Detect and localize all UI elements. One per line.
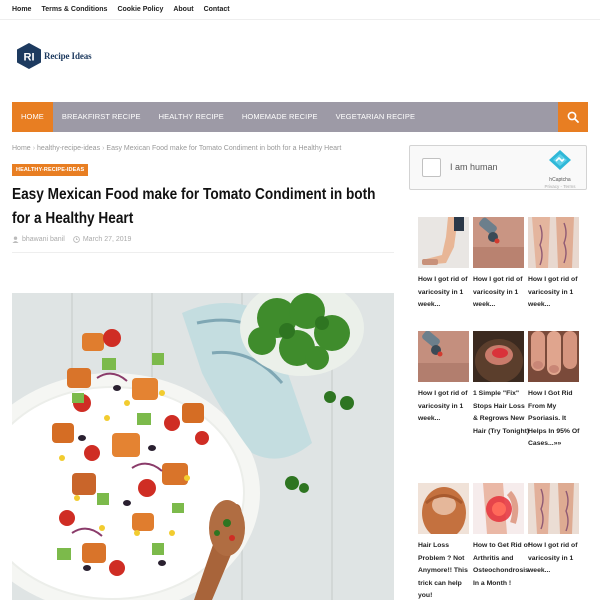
ad-caption[interactable]: How I got rid of varicosity in 1 week...	[528, 540, 586, 578]
salad-plate-image	[12, 293, 394, 600]
captcha-links[interactable]: Privacy - Terms	[542, 184, 578, 189]
logo-text: Recipe Ideas	[44, 51, 92, 61]
ad-caption[interactable]: Hair Loss Problem ? Not Anymore!! This t…	[418, 540, 476, 600]
ad-thumbnail[interactable]	[528, 331, 579, 382]
scalp-image	[473, 331, 524, 382]
top-bar: Home Terms & Conditions Cookie Policy Ab…	[0, 0, 600, 20]
nav-item-vegetarian-recipe[interactable]: VEGETARIAN RECIPE	[327, 102, 425, 132]
ad-thumbnail[interactable]	[473, 217, 524, 268]
breadcrumb-home[interactable]: Home	[12, 145, 31, 152]
ad-caption[interactable]: How I got rid of varicosity in 1 week...	[473, 274, 531, 312]
breadcrumb: Home › healthy-recipe-ideas › Easy Mexican F…	[12, 145, 341, 152]
top-link-contact[interactable]: Contact	[204, 0, 230, 20]
clock-icon	[72, 236, 80, 243]
veins-image	[528, 217, 579, 268]
top-link-about[interactable]: About	[173, 0, 193, 20]
top-link-cookie-policy[interactable]: Cookie Policy	[117, 0, 163, 20]
nav-item-homemade-recipe[interactable]: HOMEMADE RECIPE	[233, 102, 327, 132]
author-meta[interactable]: bhawani banil	[12, 236, 65, 243]
ad-thumbnail[interactable]	[418, 331, 469, 382]
breadcrumb-current: Easy Mexican Food make for Tomato Condim…	[106, 145, 342, 152]
ad-caption[interactable]: How I Got Rid From My Psoriasis. It Help…	[528, 388, 586, 451]
legs-image	[418, 217, 469, 268]
ad-thumbnail[interactable]	[473, 331, 524, 382]
top-link-home[interactable]: Home	[12, 0, 31, 20]
ad-caption[interactable]: How I got rid of varicosity in 1 week...	[528, 274, 586, 312]
nav-search-button[interactable]	[558, 102, 588, 132]
ad-thumbnail[interactable]	[418, 483, 469, 534]
hair-image	[418, 483, 469, 534]
ad-thumbnail[interactable]	[473, 483, 524, 534]
ad-caption[interactable]: How to Get Rid of Arthritis and Osteocho…	[473, 540, 531, 590]
user-icon	[12, 236, 19, 243]
author-name: bhawani banil	[22, 236, 65, 243]
ad-caption[interactable]: 1 Simple "Fix" Stops Hair Loss & Regrows…	[473, 388, 531, 438]
device-skin-image	[418, 331, 469, 382]
nav-item-breakfirst-recipe[interactable]: BREAKFIRST RECIPE	[53, 102, 150, 132]
divider	[12, 252, 394, 253]
fingers-image	[528, 331, 579, 382]
main-nav: HOME BREAKFIRST RECIPE HEALTHY RECIPE HO…	[12, 102, 588, 132]
captcha-brand-name: hCaptcha	[549, 177, 571, 183]
site-logo[interactable]: RI Recipe Ideas	[16, 42, 92, 70]
ad-thumbnail[interactable]	[418, 217, 469, 268]
nav-item-home[interactable]: HOME	[12, 102, 53, 132]
captcha-label: I am human	[450, 162, 498, 172]
captcha-checkbox[interactable]	[422, 158, 441, 177]
device-skin-image	[473, 217, 524, 268]
ad-caption[interactable]: How I got rid of varicosity in 1 week...	[418, 388, 476, 426]
captcha-brand: hCaptcha Privacy - Terms	[542, 149, 578, 189]
ad-thumbnail[interactable]	[528, 483, 579, 534]
logo-mark: RI	[16, 42, 42, 70]
article-meta: bhawani banil March 27, 2019	[12, 236, 139, 243]
knee-image	[473, 483, 524, 534]
hero-image	[12, 293, 394, 600]
publish-date: March 27, 2019	[82, 236, 132, 243]
logo-mark-text: RI	[24, 52, 35, 64]
ad-caption[interactable]: How I got rid of varicosity in 1 week...	[418, 274, 476, 312]
date-meta: March 27, 2019	[72, 236, 132, 243]
veins-image	[528, 483, 579, 534]
nav-item-healthy-recipe[interactable]: HEALTHY RECIPE	[150, 102, 233, 132]
top-link-terms[interactable]: Terms & Conditions	[41, 0, 107, 20]
article-title: Easy Mexican Food make for Tomato Condim…	[12, 186, 376, 227]
ad-thumbnail[interactable]	[528, 217, 579, 268]
breadcrumb-category[interactable]: healthy-recipe-ideas	[37, 145, 100, 152]
breadcrumb-separator: ›	[32, 145, 36, 152]
hcaptcha-logo-icon	[549, 150, 571, 170]
search-icon	[567, 111, 579, 123]
category-badge[interactable]: HEALTHY-RECIPE-IDEAS	[12, 164, 89, 176]
breadcrumb-separator: ›	[102, 145, 105, 152]
captcha-widget: I am human hCaptcha Privacy - Terms	[409, 145, 587, 190]
